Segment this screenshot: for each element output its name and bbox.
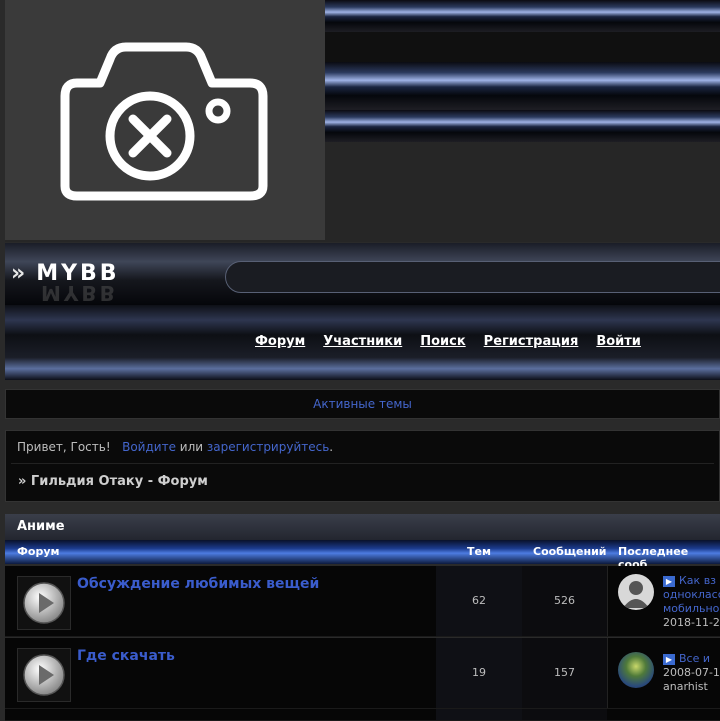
nav-members[interactable]: Участники xyxy=(323,334,402,349)
main-nav: Форум Участники Поиск Регистрация Войти xyxy=(5,305,720,380)
greeting-text: Привет, Гость! xyxy=(17,440,111,454)
topics-count: 19 xyxy=(472,666,486,679)
welcome-text: Привет, Гость! Войдите или зарегистрируй… xyxy=(6,431,719,463)
last-post-author[interactable]: anarhist xyxy=(663,680,720,694)
forum-title-link[interactable]: Где скачать xyxy=(77,648,175,664)
last-post-title[interactable]: Все и xyxy=(679,652,710,665)
register-link[interactable]: зарегистрируйтесь xyxy=(207,440,329,454)
active-topics-link[interactable]: Активные темы xyxy=(6,390,719,418)
nav-search[interactable]: Поиск xyxy=(420,334,465,349)
camera-error-icon xyxy=(60,42,268,201)
forum-columns-header: Форум Тем Сообщений Последнее сооб xyxy=(5,540,720,571)
user-avatar-default[interactable] xyxy=(618,574,654,610)
goto-post-icon[interactable]: ▶ xyxy=(663,654,675,665)
chevron-logo-icon: » xyxy=(11,261,29,286)
site-header: » MYBB MYBB xyxy=(5,243,720,305)
last-post-title-cont[interactable]: мобильно xyxy=(663,602,720,616)
user-avatar[interactable] xyxy=(618,652,654,688)
header-search-bar[interactable] xyxy=(225,261,720,293)
active-topics-bar: Активные темы xyxy=(5,389,720,419)
play-icon xyxy=(23,654,65,696)
last-post-date: 2018-11-2 xyxy=(663,616,720,629)
posts-count: 526 xyxy=(554,594,575,607)
forum-title-link[interactable]: Обсуждение любимых вещей xyxy=(77,576,319,592)
col-posts: Сообщений xyxy=(533,545,607,558)
nav-login[interactable]: Войти xyxy=(596,334,641,349)
forum-status-icon xyxy=(17,648,71,702)
forum-status-icon xyxy=(17,576,71,630)
last-post-title-cont[interactable]: однокласс xyxy=(663,588,720,602)
logo-reflection: MYBB xyxy=(41,281,118,305)
category-header[interactable]: Аниме xyxy=(5,514,720,540)
welcome-panel: Привет, Гость! Войдите или зарегистрируй… xyxy=(5,430,720,502)
posts-count: 157 xyxy=(554,666,575,679)
forum-row: Обсуждение любимых вещей 62 526 ▶ Как вз … xyxy=(5,566,720,637)
nav-register[interactable]: Регистрация xyxy=(484,334,579,349)
col-forum: Форум xyxy=(17,545,60,558)
or-text: или xyxy=(179,440,204,454)
breadcrumb: » Гильдия Отаку - Форум xyxy=(18,474,208,489)
forum-row xyxy=(5,709,720,721)
nav-forum[interactable]: Форум xyxy=(255,334,305,349)
broken-image-placeholder xyxy=(5,0,325,240)
last-post-title[interactable]: Как вз xyxy=(679,574,716,587)
topics-count: 62 xyxy=(472,594,486,607)
user-silhouette-icon xyxy=(623,581,649,608)
posts-cell xyxy=(522,709,607,720)
goto-post-icon[interactable]: ▶ xyxy=(663,576,675,587)
col-topics: Тем xyxy=(467,545,491,558)
forum-row: Где скачать 19 157 ▶ Все и 2008-07-1 anar… xyxy=(5,638,720,709)
last-post-info: ▶ Все и 2008-07-1 anarhist xyxy=(663,652,720,694)
topics-cell xyxy=(436,709,522,720)
last-post-info: ▶ Как вз однокласс мобильно 2018-11-2 xyxy=(663,574,720,630)
period-text: . xyxy=(329,440,334,454)
play-icon xyxy=(23,582,65,624)
login-link[interactable]: Войдите xyxy=(122,440,176,454)
last-post-date: 2008-07-1 xyxy=(663,666,720,679)
